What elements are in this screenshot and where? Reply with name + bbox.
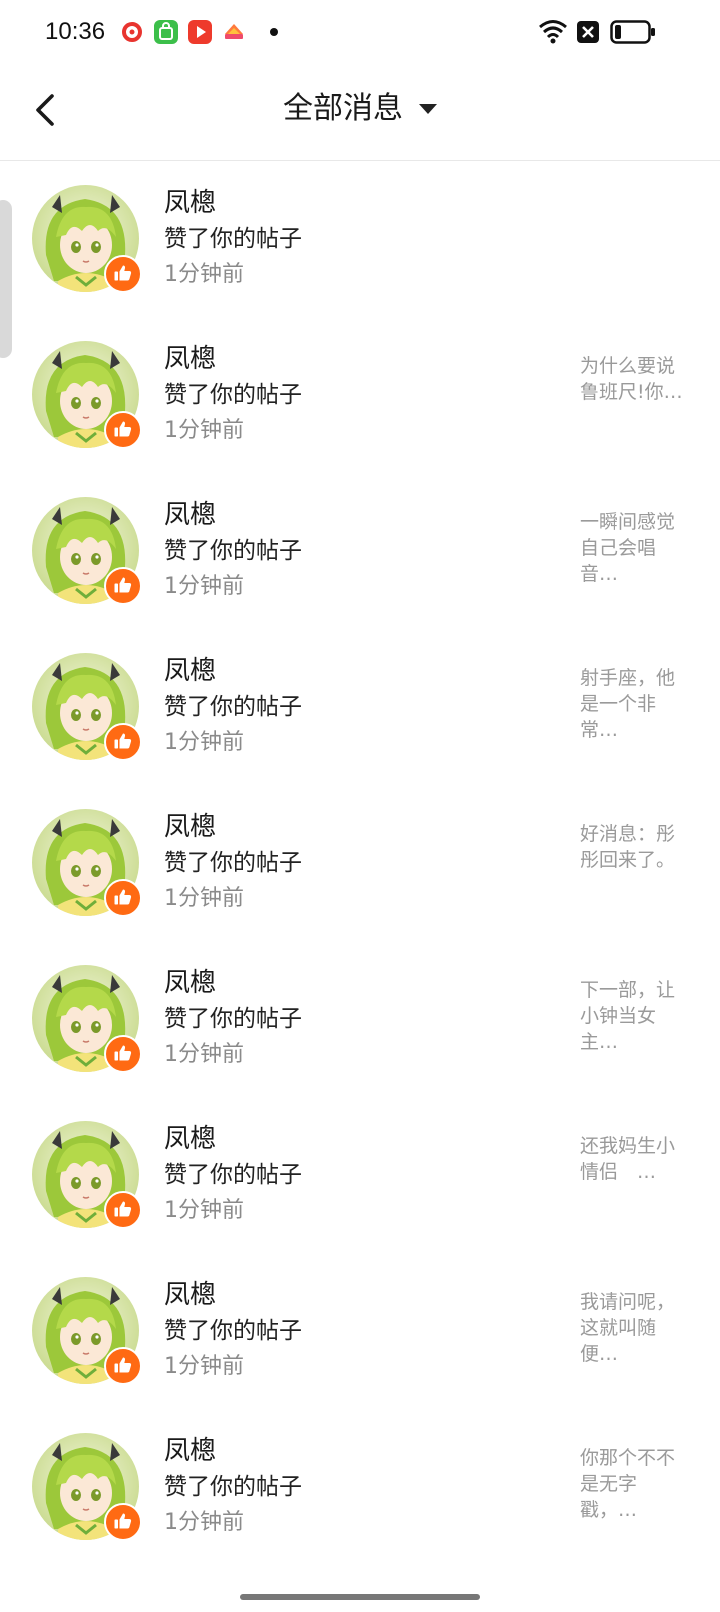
message-time: 1分钟前: [164, 1042, 244, 1067]
close-box-icon: [576, 20, 600, 48]
message-action: 赞了你的帖子: [164, 1474, 302, 1500]
post-preview[interactable]: 为什么要说鲁班尺!你…: [580, 353, 688, 405]
post-preview[interactable]: 射手座，他是一个非常…: [580, 665, 688, 743]
thumbs-up-icon: [114, 1201, 132, 1217]
message-row[interactable]: 凤樬 赞了你的帖子 1分钟前 一瞬间感觉自己会唱音…: [0, 473, 720, 629]
thumbs-up-icon: [114, 889, 132, 905]
message-username[interactable]: 凤樬: [164, 965, 216, 1001]
message-row[interactable]: 凤樬 赞了你的帖子 1分钟前: [0, 161, 720, 317]
message-action: 赞了你的帖子: [164, 1162, 302, 1188]
message-username[interactable]: 凤樬: [164, 1121, 216, 1157]
header: 全部消息: [0, 64, 720, 161]
message-action: 赞了你的帖子: [164, 382, 302, 408]
like-badge: [104, 723, 142, 761]
message-time: 1分钟前: [164, 262, 244, 287]
message-row[interactable]: 凤樬 赞了你的帖子 1分钟前 射手座，他是一个非常…: [0, 629, 720, 785]
thumbs-up-icon: [114, 421, 132, 437]
gesture-bar[interactable]: [240, 1594, 480, 1600]
post-preview[interactable]: 还我妈生小情侣 …: [580, 1133, 688, 1185]
message-row[interactable]: 凤樬 赞了你的帖子 1分钟前 你那个不不是无字戳，…: [0, 1409, 720, 1565]
post-preview[interactable]: 好消息：彤彤回来了。: [580, 821, 688, 873]
message-row[interactable]: 凤樬 赞了你的帖子 1分钟前 我请问呢，这就叫随便…: [0, 1253, 720, 1409]
like-badge: [104, 1035, 142, 1073]
post-preview[interactable]: 你那个不不是无字戳，…: [580, 1445, 688, 1523]
thumbs-up-icon: [114, 1045, 132, 1061]
message-action: 赞了你的帖子: [164, 850, 302, 876]
message-time: 1分钟前: [164, 1354, 244, 1379]
notification-dot: [270, 28, 278, 36]
message-username[interactable]: 凤樬: [164, 653, 216, 689]
message-action: 赞了你的帖子: [164, 694, 302, 720]
battery-icon: [610, 20, 656, 48]
message-row[interactable]: 凤樬 赞了你的帖子 1分钟前 下一部，让小钟当女主…: [0, 941, 720, 1097]
message-time: 1分钟前: [164, 418, 244, 443]
like-badge: [104, 411, 142, 449]
message-row[interactable]: 凤樬 赞了你的帖子 1分钟前 好消息：彤彤回来了。: [0, 785, 720, 941]
message-username[interactable]: 凤樬: [164, 185, 216, 221]
thumbs-up-icon: [114, 733, 132, 749]
message-list: 凤樬 赞了你的帖子 1分钟前 凤樬 赞了你的帖子 1分钟前 为什么要说鲁班尺!你…: [0, 161, 720, 1565]
message-time: 1分钟前: [164, 1198, 244, 1223]
colorful-app-icon: [222, 20, 246, 44]
message-time: 1分钟前: [164, 574, 244, 599]
page-title: 全部消息: [283, 91, 403, 126]
status-time: 10:36: [45, 18, 106, 45]
thumbs-up-icon: [114, 1357, 132, 1373]
message-username[interactable]: 凤樬: [164, 1433, 216, 1469]
like-badge: [104, 1503, 142, 1541]
post-preview[interactable]: 下一部，让小钟当女主…: [580, 977, 688, 1055]
red-play-app-icon: [188, 20, 212, 44]
caret-down-icon: [419, 104, 437, 114]
post-preview[interactable]: 一瞬间感觉自己会唱音…: [580, 509, 688, 587]
post-preview[interactable]: 我请问呢，这就叫随便…: [580, 1289, 688, 1367]
message-action: 赞了你的帖子: [164, 1318, 302, 1344]
message-row[interactable]: 凤樬 赞了你的帖子 1分钟前 还我妈生小情侣 …: [0, 1097, 720, 1253]
status-bar: 10:36: [0, 0, 720, 64]
like-badge: [104, 1191, 142, 1229]
message-action: 赞了你的帖子: [164, 1006, 302, 1032]
like-badge: [104, 879, 142, 917]
red-bubble-app-icon: [120, 20, 144, 44]
message-username[interactable]: 凤樬: [164, 1277, 216, 1313]
message-username[interactable]: 凤樬: [164, 809, 216, 845]
message-action: 赞了你的帖子: [164, 226, 302, 252]
message-username[interactable]: 凤樬: [164, 497, 216, 533]
message-time: 1分钟前: [164, 886, 244, 911]
thumbs-up-icon: [114, 1513, 132, 1529]
thumbs-up-icon: [114, 265, 132, 281]
message-row[interactable]: 凤樬 赞了你的帖子 1分钟前 为什么要说鲁班尺!你…: [0, 317, 720, 473]
message-time: 1分钟前: [164, 730, 244, 755]
like-badge: [104, 1347, 142, 1385]
thumbs-up-icon: [114, 577, 132, 593]
message-filter-dropdown[interactable]: 全部消息: [0, 86, 720, 132]
message-username[interactable]: 凤樬: [164, 341, 216, 377]
message-action: 赞了你的帖子: [164, 538, 302, 564]
message-time: 1分钟前: [164, 1510, 244, 1535]
green-bag-app-icon: [154, 20, 178, 44]
like-badge: [104, 255, 142, 293]
like-badge: [104, 567, 142, 605]
wifi-icon: [538, 18, 568, 48]
